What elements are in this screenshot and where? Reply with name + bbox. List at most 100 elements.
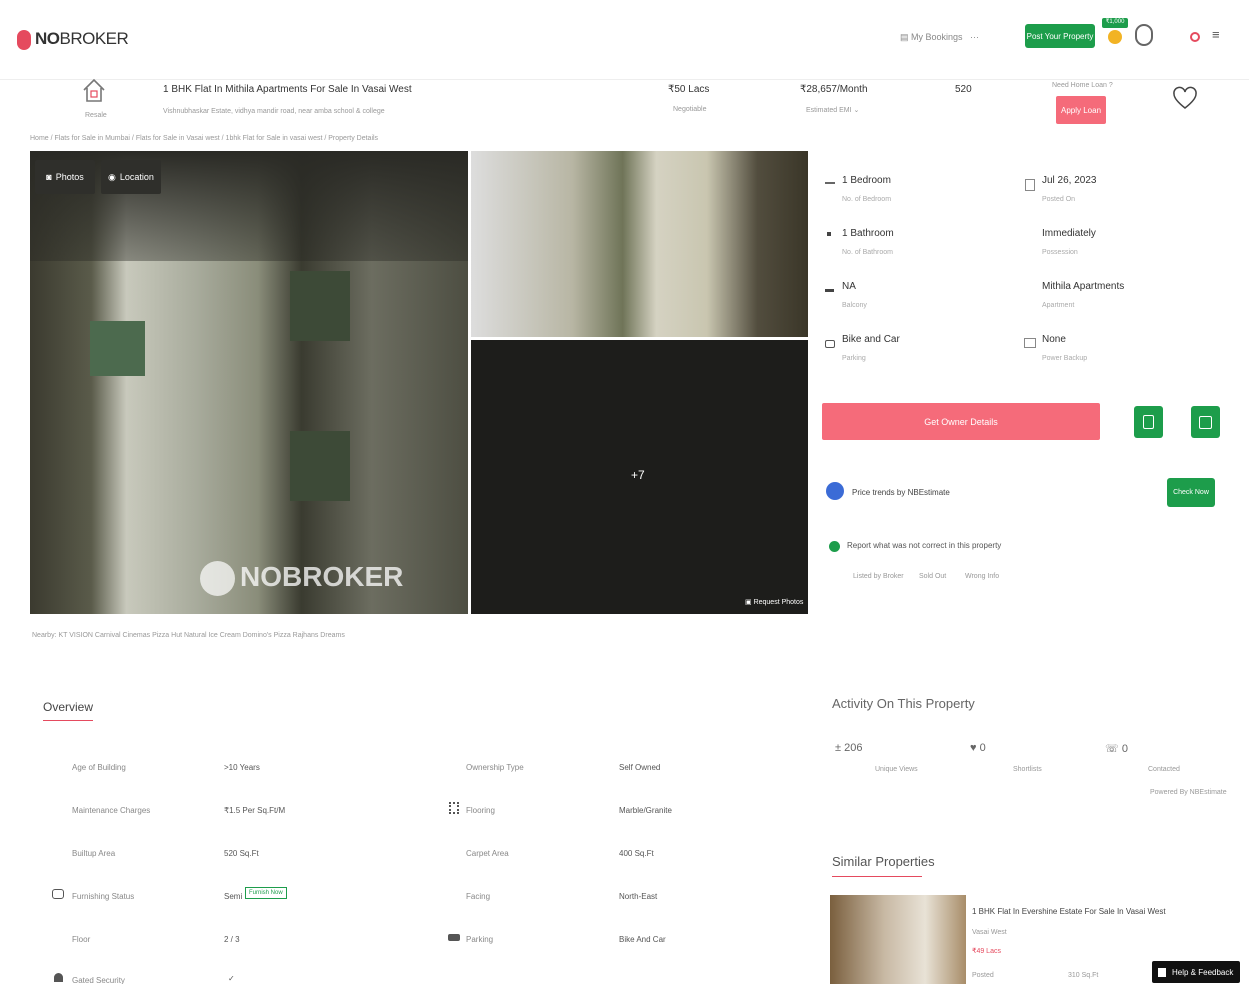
unique-views-label: Unique Views: [875, 766, 918, 773]
camera-icon: ◙: [46, 172, 52, 182]
possession-label: Possession: [1042, 249, 1078, 256]
furnishing-label: Furnishing Status: [72, 892, 135, 901]
chat-icon: [1199, 415, 1212, 429]
furnishing-value: Semi: [224, 892, 243, 901]
similar-underline: [832, 876, 922, 877]
main-property-photo[interactable]: NOBROKER: [30, 151, 468, 614]
photos-button[interactable]: ◙ Photos: [35, 160, 95, 194]
hamburger-menu-icon[interactable]: ≡: [1212, 27, 1220, 42]
age-of-building-value: >10 Years: [224, 763, 260, 772]
help-feedback-button[interactable]: Help & Feedback: [1152, 961, 1240, 983]
emi-amount: ₹28,657/Month: [800, 84, 868, 95]
wallet-badge: ₹1,000: [1102, 18, 1128, 28]
heart-icon: ♥: [970, 742, 977, 754]
emi-dropdown[interactable]: Estimated EMI ⌄: [806, 106, 859, 114]
schedule-visit-button[interactable]: [1134, 406, 1163, 438]
check-now-button[interactable]: Check Now: [1167, 478, 1215, 507]
report-info-icon: [829, 541, 840, 552]
resale-label: Resale: [85, 112, 107, 119]
more-photos-tile[interactable]: +7: [471, 340, 808, 614]
calendar-icon: [1143, 415, 1154, 429]
report-listed-by-broker[interactable]: Listed by Broker: [853, 573, 904, 580]
builtup-area-value: 520 Sq.Ft: [224, 849, 259, 858]
listing-title: 1 BHK Flat In Mithila Apartments For Sal…: [163, 84, 412, 95]
parking-label: Parking: [466, 935, 494, 944]
ownership-type-value: Self Owned: [619, 763, 661, 772]
floor-value: 2 / 3: [224, 935, 240, 944]
listing-address: Vishnubhaskar Estate, vidhya mandir road…: [163, 108, 385, 115]
location-button[interactable]: ◉ Location: [101, 160, 161, 194]
phone-icon: ☏: [1105, 743, 1119, 755]
maintenance-label: Maintenance Charges: [72, 806, 151, 815]
overview-underline: [43, 720, 93, 721]
apply-loan-button[interactable]: Apply Loan: [1056, 96, 1106, 124]
shortlist-heart-icon[interactable]: [1172, 86, 1198, 112]
breadcrumb[interactable]: Home / Flats for Sale in Mumbai / Flats …: [30, 135, 378, 142]
similar-property-title[interactable]: 1 BHK Flat In Evershine Estate For Sale …: [972, 907, 1166, 916]
builtup-area-label: Builtup Area: [72, 849, 116, 858]
home-loan-question: Need Home Loan ?: [1052, 82, 1113, 89]
age-of-building-label: Age of Building: [72, 763, 126, 772]
more-photos-count: +7: [631, 468, 645, 482]
furnish-now-button[interactable]: Furnish Now: [245, 887, 287, 899]
more-menu[interactable]: ···: [970, 32, 979, 42]
activity-heading: Activity On This Property: [832, 696, 975, 711]
resale-house-icon: [80, 76, 108, 104]
price-negotiable: Negotiable: [673, 106, 707, 113]
get-owner-details-button[interactable]: Get Owner Details: [822, 403, 1100, 440]
similar-property-photo[interactable]: [830, 895, 966, 984]
report-sold-out[interactable]: Sold Out: [919, 573, 946, 580]
facing-label: Facing: [466, 892, 491, 901]
flooring-value: Marble/Granite: [619, 806, 672, 815]
posted-on-value: Jul 26, 2023: [1042, 175, 1097, 186]
brand-logo[interactable]: NOBROKER: [35, 29, 129, 49]
balcony-icon: [825, 289, 834, 292]
power-backup-value: None: [1042, 334, 1066, 345]
similar-property-area: 310 Sq.Ft: [1068, 972, 1099, 979]
parking-label: Parking: [842, 355, 866, 362]
security-icon: [54, 973, 63, 982]
carpet-area-label: Carpet Area: [466, 849, 509, 858]
specs-grid: 1 Bedroom No. of Bedroom Jul 26, 2023 Po…: [822, 165, 1222, 375]
user-avatar-icon[interactable]: [1135, 24, 1153, 46]
nbestimate-icon: [826, 482, 844, 500]
overview-heading: Overview: [43, 700, 94, 714]
window-photo[interactable]: [471, 151, 808, 337]
balcony-value: NA: [842, 281, 856, 292]
sofa-icon: [52, 889, 64, 899]
bed-icon: [825, 179, 835, 184]
flooring-icon: [449, 802, 459, 814]
post-property-button[interactable]: Post Your Property: [1025, 24, 1095, 48]
similar-property-location: Vasai West: [972, 929, 1007, 936]
similar-heading: Similar Properties: [832, 854, 935, 869]
contacted-count: ☏ 0: [1105, 743, 1128, 755]
coin-icon[interactable]: [1108, 30, 1122, 44]
possession-value: Immediately: [1042, 228, 1096, 239]
powered-by: Powered By NBEstimate: [1150, 789, 1227, 796]
car-icon: [825, 340, 835, 348]
power-backup-label: Power Backup: [1042, 355, 1088, 362]
chat-button[interactable]: [1191, 406, 1220, 438]
facing-value: North-East: [619, 892, 658, 901]
shortlists-count: ♥ 0: [970, 742, 986, 754]
similar-property-price: ₹49 Lacs: [972, 948, 1001, 955]
bedroom-value: 1 Bedroom: [842, 175, 891, 186]
report-wrong-info[interactable]: Wrong Info: [965, 573, 999, 580]
pin-icon: ◉: [108, 171, 116, 182]
notification-icon[interactable]: [1190, 32, 1200, 42]
bathroom-label: No. of Bathroom: [842, 249, 893, 256]
person-icon: ±: [835, 742, 842, 754]
parking-value: Bike and Car: [842, 334, 900, 345]
posted-on-label: Posted On: [1042, 196, 1076, 203]
bedroom-label: No. of Bedroom: [842, 196, 892, 203]
bookings-link[interactable]: ▤ My Bookings: [900, 32, 963, 43]
calendar-icon: [1025, 179, 1035, 191]
request-photos-button[interactable]: ▣ Request Photos: [745, 598, 803, 606]
gated-security-label: Gated Security: [72, 976, 125, 984]
bath-icon: [827, 232, 831, 236]
ownership-type-label: Ownership Type: [466, 763, 524, 772]
apartment-label: Apartment: [1042, 302, 1075, 309]
listing-price: ₹50 Lacs: [668, 84, 710, 95]
nearby-places: Nearby: KT VISION Carnival Cinemas Pizza…: [32, 632, 345, 639]
similar-property-posted: Posted: [972, 972, 994, 979]
